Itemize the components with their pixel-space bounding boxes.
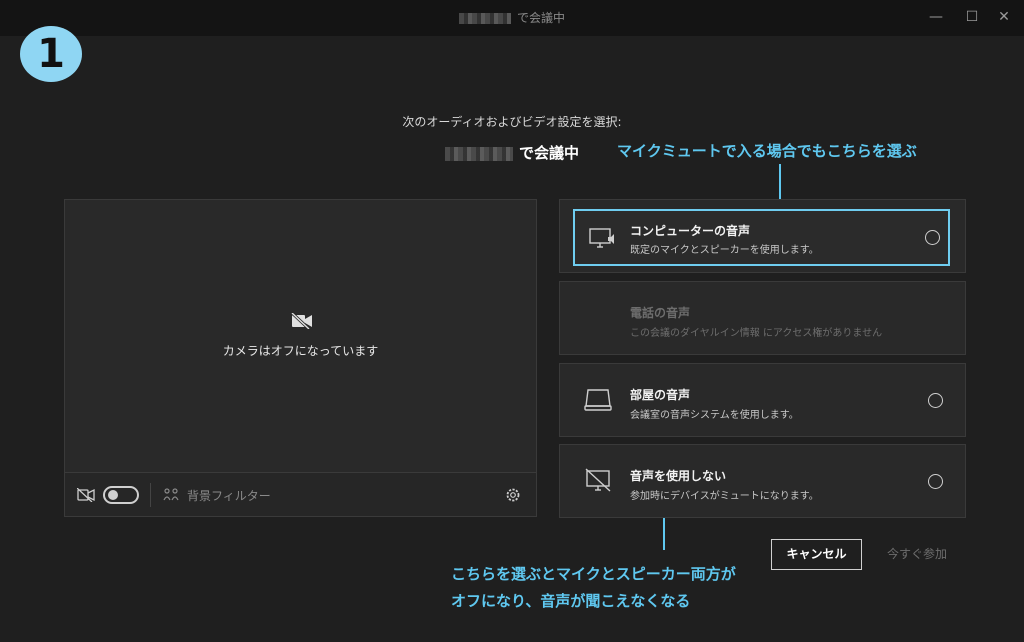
cancel-button[interactable]: キャンセル	[771, 539, 862, 570]
camera-toggle[interactable]	[103, 486, 139, 504]
camera-off-text: カメラはオフになっています	[222, 344, 379, 358]
option-title: コンピューターの音声	[630, 224, 751, 238]
toggle-knob	[108, 490, 118, 500]
step-number-badge: 1	[20, 26, 82, 82]
no-audio-icon	[585, 468, 611, 492]
background-filter-button[interactable]: 背景フィルター	[187, 487, 271, 504]
background-filter-icon	[163, 488, 179, 501]
blurred-meeting-name	[458, 13, 511, 24]
option-description: 参加時にデバイスがミュートになります。	[630, 491, 819, 502]
join-now-button[interactable]: 今すぐ参加	[878, 539, 956, 570]
minimize-button[interactable]: —	[926, 9, 946, 25]
toolbar-divider	[150, 483, 151, 507]
title-bar: で会議中 — ☐ ✕	[0, 0, 1024, 36]
blurred-meeting-name	[444, 146, 513, 161]
camera-off-icon	[291, 313, 312, 329]
close-button[interactable]: ✕	[994, 9, 1014, 25]
video-toolbar: 背景フィルター	[65, 472, 536, 516]
option-computer-audio-selected[interactable]: コンピューターの音声 既定のマイクとスピーカーを使用します。	[573, 209, 950, 266]
option-title: 音声を使用しない	[630, 469, 727, 483]
computer-audio-icon	[589, 228, 614, 248]
camera-toggle-icon	[77, 488, 95, 502]
option-phone-audio: 電話の音声 この会議のダイヤルイン情報 にアクセス権がありません	[559, 281, 966, 355]
option-title: 電話の音声	[630, 306, 691, 320]
option-no-audio[interactable]: 音声を使用しない 参加時にデバイスがミュートになります。	[559, 444, 966, 518]
settings-prompt: 次のオーディオおよびビデオ設定を選択:	[402, 115, 622, 129]
window-title: で会議中	[0, 9, 1024, 26]
video-preview: カメラはオフになっています 背景フィルター	[64, 199, 537, 517]
maximize-button[interactable]: ☐	[962, 9, 982, 25]
annotation-bottom-line1: こちらを選ぶとマイクとスピーカー両方が	[451, 565, 736, 583]
option-description: 既定のマイクとスピーカーを使用します。	[630, 245, 819, 256]
option-radio[interactable]	[925, 230, 940, 245]
option-radio[interactable]	[928, 393, 943, 408]
option-room-audio[interactable]: 部屋の音声 会議室の音声システムを使用します。	[559, 363, 966, 437]
option-description: 会議室の音声システムを使用します。	[630, 410, 799, 421]
annotation-bottom-line	[663, 516, 665, 550]
window-title-suffix: で会議中	[516, 11, 565, 25]
meeting-suffix: で会議中	[518, 144, 579, 162]
option-title: 部屋の音声	[630, 388, 691, 402]
option-radio[interactable]	[928, 474, 943, 489]
annotation-bottom-line2: オフになり、音声が聞こえなくなる	[451, 592, 691, 610]
settings-gear-icon[interactable]	[505, 487, 521, 503]
annotation-top: マイクミュートで入る場合でもこちらを選ぶ	[617, 142, 917, 160]
option-description: この会議のダイヤルイン情報 にアクセス権がありません	[630, 328, 883, 339]
room-audio-icon	[584, 389, 612, 411]
